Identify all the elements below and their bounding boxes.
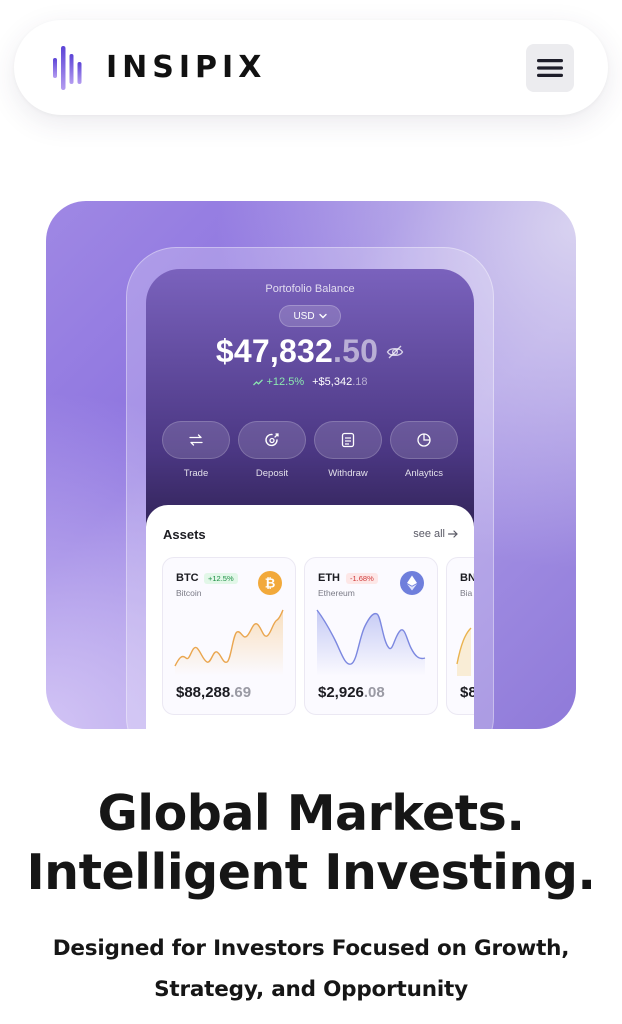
assets-panel: Assets see all BTC +12.5% Bitcoin ₿ $88,… — [146, 505, 474, 729]
hero-headline: Global Markets. Intelligent Investing. — [0, 784, 622, 902]
deposit-label: Deposit — [255, 468, 289, 479]
deposit-button[interactable]: Deposit — [238, 421, 306, 479]
change-percent: +12.5% — [266, 376, 305, 388]
portfolio-title: Portofolio Balance — [265, 283, 355, 295]
withdraw-button[interactable]: Withdraw — [314, 421, 382, 479]
pie-chart-icon — [417, 433, 431, 447]
deposit-icon — [265, 433, 279, 447]
subline-line-2: Strategy, and Opportunity — [154, 977, 468, 1002]
analytics-button[interactable]: Anlaytics — [390, 421, 458, 479]
menu-button[interactable] — [526, 43, 574, 92]
balance-main: $47,832 — [215, 333, 333, 369]
trend-up-icon — [252, 378, 263, 385]
subline-line-1: Designed for Investors Focused on Growth… — [52, 936, 570, 961]
headline-line-1: Global Markets. — [97, 785, 525, 842]
portfolio-balance: $47,832.50 — [146, 333, 474, 370]
trade-label: Trade — [183, 468, 209, 479]
hide-balance-icon[interactable] — [386, 345, 404, 359]
currency-select[interactable]: USD — [279, 305, 341, 327]
coin-name: Ethereum — [318, 588, 355, 598]
coin-price: $2,926.08 — [318, 684, 385, 701]
see-all-link[interactable]: see all — [413, 528, 458, 540]
coin-change-badge: +12.5% — [204, 573, 238, 584]
balance-decimal: .50 — [332, 333, 379, 369]
chevron-down-icon — [318, 313, 327, 319]
analytics-label: Anlaytics — [404, 468, 443, 479]
asset-card-eth[interactable]: ETH -1.68% Ethereum $2,926.08 — [304, 557, 438, 715]
svg-text:₿: ₿ — [265, 577, 276, 591]
coin-symbol: BN — [460, 572, 474, 584]
logo-bars-icon — [53, 45, 82, 90]
coin-price: $8 — [460, 684, 474, 701]
change-amount-main: +$5,342 — [312, 376, 353, 388]
coin-symbol: BTC — [176, 572, 199, 584]
assets-title: Assets — [163, 527, 206, 542]
currency-value: USD — [293, 310, 315, 322]
brand-logo[interactable]: INSIPIX — [52, 44, 266, 92]
headline-line-2: Intelligent Investing. — [26, 844, 596, 901]
withdraw-icon — [341, 432, 355, 448]
balance-change: +12.5% +$5,342.18 — [146, 376, 474, 388]
coin-symbol: ETH — [318, 572, 340, 584]
site-header: INSIPIX — [14, 20, 608, 115]
btc-sparkline — [174, 609, 284, 676]
swap-arrows-icon — [189, 434, 203, 446]
withdraw-label: Withdraw — [328, 468, 368, 479]
asset-card-btc[interactable]: BTC +12.5% Bitcoin ₿ $88,288.69 — [162, 557, 296, 715]
eth-sparkline — [316, 609, 426, 676]
bitcoin-icon: ₿ — [258, 571, 282, 595]
bnb-sparkline — [456, 627, 472, 676]
ethereum-icon — [400, 571, 424, 595]
coin-change-badge: -1.68% — [346, 573, 378, 584]
coin-name: Bitcoin — [176, 588, 202, 598]
see-all-label: see all — [413, 528, 445, 540]
coin-name: Bia — [460, 588, 473, 598]
hamburger-menu-icon — [537, 58, 563, 77]
hero-card: Portofolio Balance USD $47,832.50 +12.5%… — [46, 201, 576, 729]
quick-actions: Trade Deposit Withdraw Anlaytics — [162, 421, 458, 479]
trade-button[interactable]: Trade — [162, 421, 230, 479]
phone-screen: Portofolio Balance USD $47,832.50 +12.5%… — [146, 269, 474, 729]
coin-price: $88,288.69 — [176, 684, 252, 701]
arrow-right-icon — [448, 530, 458, 538]
hero-subheadline: Designed for Investors Focused on Growth… — [20, 928, 602, 1010]
asset-card-bnb[interactable]: BN Bia $8 — [446, 557, 474, 715]
change-amount-decimal: .18 — [352, 376, 368, 388]
brand-name: INSIPIX — [106, 50, 267, 85]
